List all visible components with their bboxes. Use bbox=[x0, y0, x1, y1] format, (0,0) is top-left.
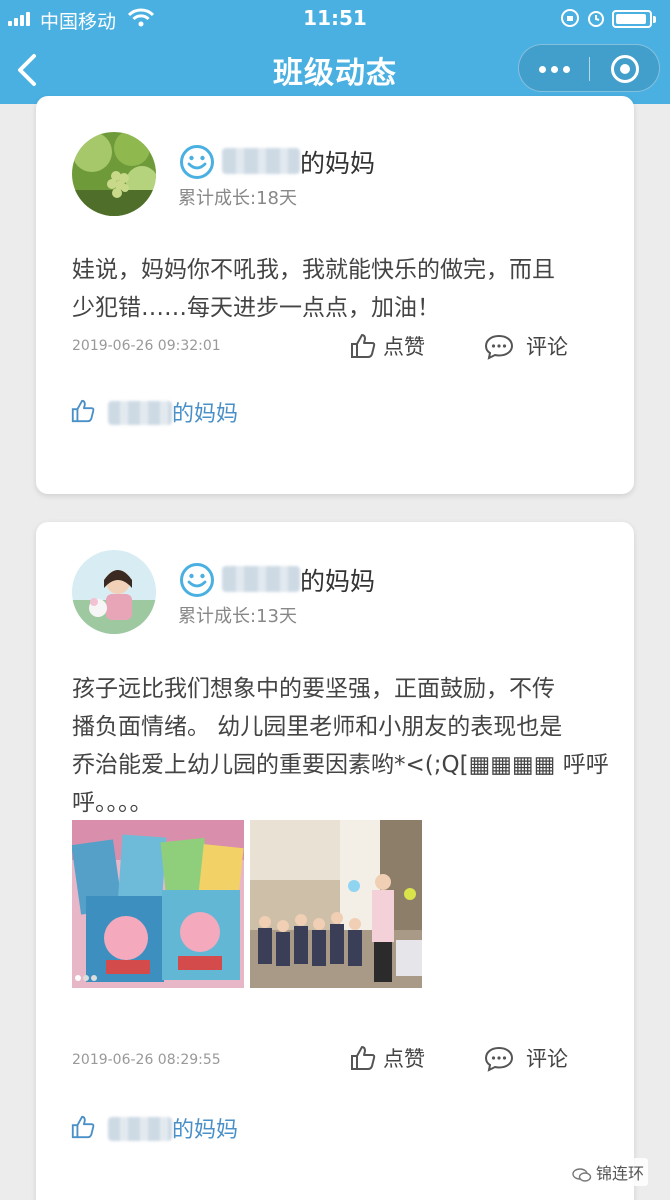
comment-button[interactable]: 评论 bbox=[484, 1044, 584, 1074]
more-icon[interactable] bbox=[537, 63, 573, 75]
like-button[interactable]: 点赞 bbox=[349, 1044, 439, 1074]
author-name: 的妈妈 bbox=[300, 149, 376, 178]
alarm-icon bbox=[588, 11, 604, 27]
thumbs-up-icon bbox=[351, 1046, 376, 1070]
growth-days: 累计成长:13天 bbox=[178, 606, 297, 627]
post-date: 2019-06-26 09:32:01 bbox=[72, 338, 221, 354]
smile-icon bbox=[180, 563, 214, 597]
post-card: 的妈妈 累计成长:13天 孩子远比我们想象中的要坚强，正面鼓励，不传 播负面情绪… bbox=[36, 522, 634, 1200]
avatar[interactable] bbox=[72, 132, 156, 216]
thumbs-up-icon bbox=[71, 1115, 95, 1139]
author-name-blurred bbox=[222, 148, 300, 174]
status-bar: 中国移动 11:51 bbox=[0, 0, 670, 36]
watermark: 锦连环 bbox=[567, 1158, 648, 1186]
post-card: 的妈妈 累计成长:18天 娃说，妈妈你不吼我，我就能快乐的做完，而且 少犯错……… bbox=[36, 96, 634, 494]
post-text: 孩子远比我们想象中的要坚强，正面鼓励，不传 播负面情绪。 幼儿园里老师和小朋友的… bbox=[72, 676, 609, 816]
mini-program-capsule bbox=[518, 44, 660, 92]
comment-icon bbox=[484, 1046, 514, 1072]
liker-name-blurred bbox=[108, 401, 172, 425]
liked-by-row: 的妈妈 bbox=[70, 1112, 290, 1146]
battery-icon bbox=[612, 10, 656, 28]
post-photo-books[interactable] bbox=[72, 820, 244, 988]
comment-button[interactable]: 评论 bbox=[484, 332, 584, 362]
wechat-icon bbox=[572, 1167, 592, 1182]
growth-days: 累计成长:18天 bbox=[178, 188, 297, 209]
avatar[interactable] bbox=[72, 550, 156, 634]
post-text: 娃说，妈妈你不吼我，我就能快乐的做完，而且 少犯错……每天进步一点点，加油！ bbox=[72, 257, 555, 321]
comment-icon bbox=[484, 334, 514, 360]
header: 中国移动 11:51 班级动态 bbox=[0, 0, 670, 104]
post-photo-classroom[interactable] bbox=[250, 820, 422, 988]
liker-name[interactable]: 的妈妈 bbox=[172, 1112, 238, 1144]
smile-icon bbox=[180, 145, 214, 179]
status-icons bbox=[548, 7, 658, 29]
thumbs-up-icon bbox=[71, 399, 95, 423]
liker-name[interactable]: 的妈妈 bbox=[172, 396, 238, 428]
like-button[interactable]: 点赞 bbox=[349, 332, 439, 362]
thumbs-up-icon bbox=[351, 334, 376, 358]
liker-name-blurred bbox=[108, 1117, 172, 1141]
post-date: 2019-06-26 08:29:55 bbox=[72, 1052, 221, 1068]
author-name-blurred bbox=[222, 566, 300, 592]
author-name: 的妈妈 bbox=[300, 567, 376, 596]
close-miniprogram-icon[interactable] bbox=[611, 55, 639, 83]
liked-by-row: 的妈妈 bbox=[70, 396, 290, 430]
lock-rotation-icon bbox=[561, 9, 579, 27]
